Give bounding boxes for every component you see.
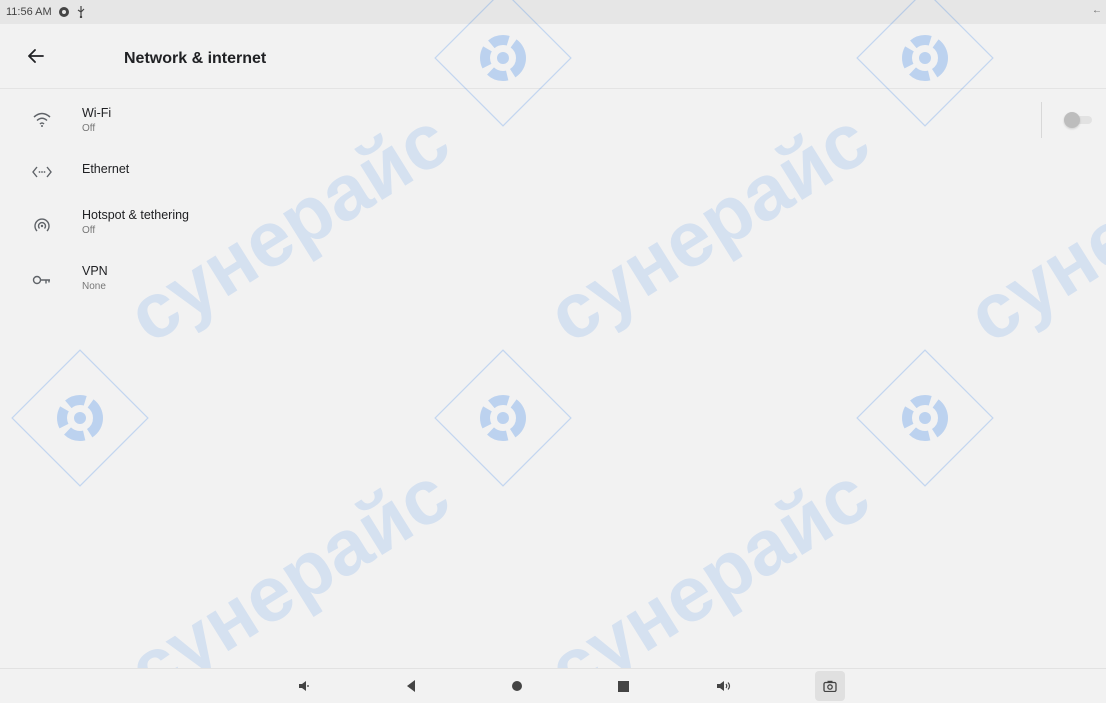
ethernet-title: Ethernet xyxy=(82,162,130,176)
status-time: 11:56 AM xyxy=(6,6,52,18)
volume-down-button[interactable] xyxy=(293,675,317,697)
status-bar: 11:56 AM ← xyxy=(0,0,1106,24)
hotspot-icon xyxy=(28,214,56,238)
back-triangle-icon xyxy=(407,680,415,692)
home-nav-button[interactable] xyxy=(505,675,529,697)
hotspot-status: Off xyxy=(82,225,96,236)
list-item-vpn[interactable]: VPN None xyxy=(0,254,1106,314)
wifi-toggle[interactable] xyxy=(1064,112,1094,128)
watermark-text: сунерайс xyxy=(532,449,884,702)
hotspot-title: Hotspot & tethering xyxy=(82,208,190,222)
ethernet-icon xyxy=(28,160,56,184)
network-settings-list: Wi-Fi Off Ethernet Hotspot & tethering O… xyxy=(0,90,1106,314)
volume-up-button[interactable] xyxy=(712,675,736,697)
divider xyxy=(1041,102,1042,138)
screenshot-camera-icon xyxy=(823,680,837,692)
toggle-thumb xyxy=(1064,112,1080,128)
list-item-ethernet[interactable]: Ethernet xyxy=(0,150,1106,194)
wifi-icon xyxy=(28,108,56,132)
arrow-left-icon xyxy=(28,49,44,63)
back-arrow-small-icon: ← xyxy=(1092,5,1102,16)
back-nav-button[interactable] xyxy=(399,675,423,697)
wifi-status: Off xyxy=(82,123,96,134)
watermark-logo-icon xyxy=(857,350,993,486)
watermark-logo-icon xyxy=(12,350,148,486)
watermark-text: сунерайс xyxy=(112,449,464,702)
recents-square-icon xyxy=(617,680,629,692)
back-button[interactable] xyxy=(22,44,50,68)
watermark-logo-icon xyxy=(435,350,571,486)
vpn-title: VPN xyxy=(82,264,108,278)
navigation-bar xyxy=(0,668,1106,703)
volume-up-icon xyxy=(717,681,731,691)
recents-nav-button[interactable] xyxy=(611,675,635,697)
volume-down-icon xyxy=(299,681,309,691)
page-title: Network & internet xyxy=(124,50,267,67)
vpn-key-icon xyxy=(28,268,56,292)
home-circle-icon xyxy=(512,681,522,691)
wifi-title: Wi-Fi xyxy=(82,106,112,120)
settings-gear-icon xyxy=(58,6,70,18)
list-item-wifi[interactable]: Wi-Fi Off xyxy=(0,90,1106,150)
vpn-status: None xyxy=(82,281,106,292)
screenshot-button[interactable] xyxy=(815,671,845,701)
list-item-hotspot[interactable]: Hotspot & tethering Off xyxy=(0,194,1106,254)
app-bar: Network & internet xyxy=(0,24,1106,89)
usb-icon xyxy=(76,6,86,18)
